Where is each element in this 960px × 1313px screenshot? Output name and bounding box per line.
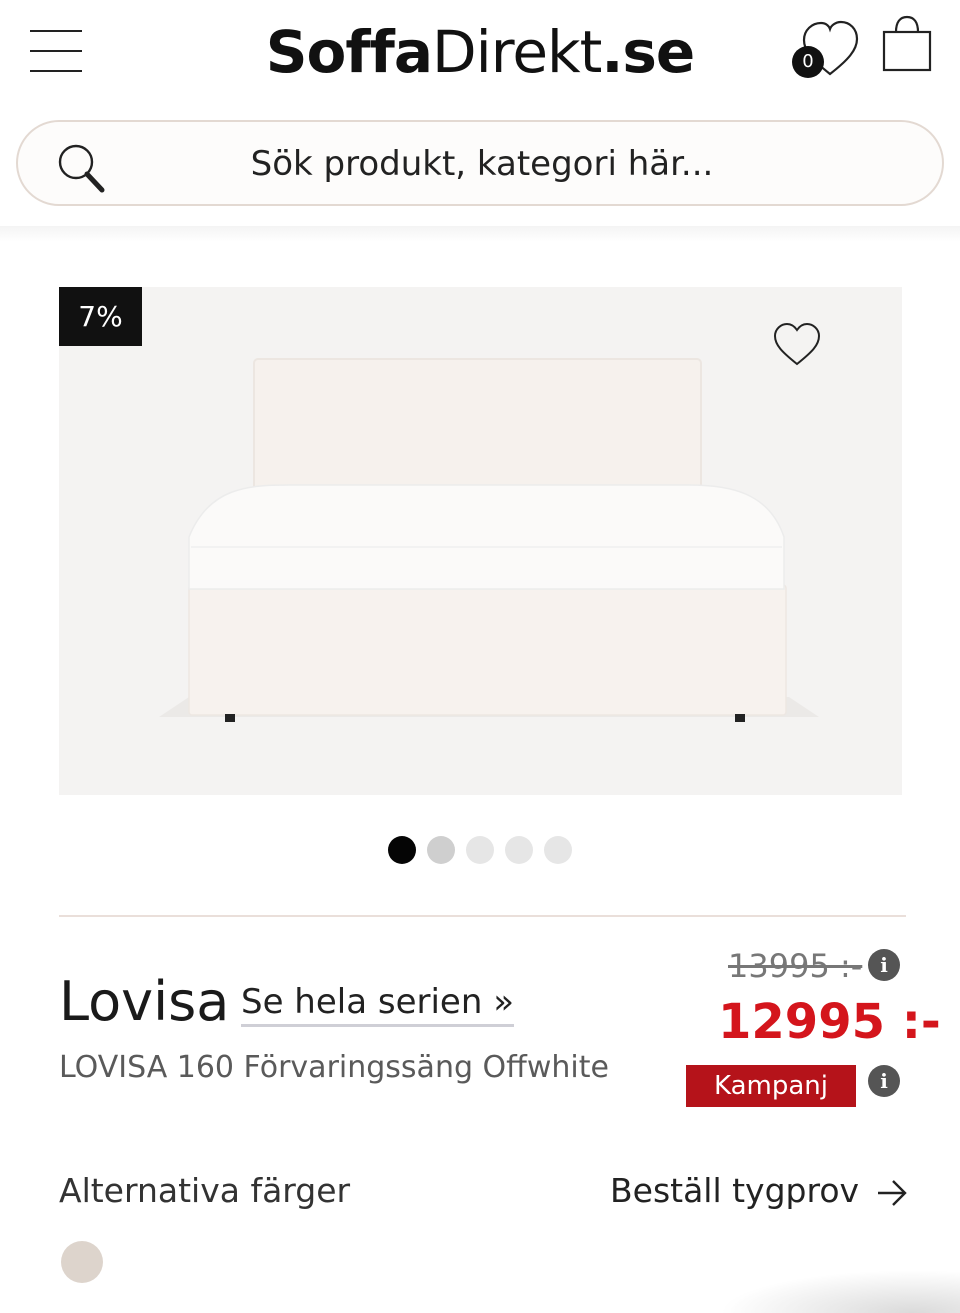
cart-button[interactable] (880, 14, 934, 74)
slide-dot-2[interactable] (427, 836, 455, 864)
shopping-bag-icon (882, 15, 932, 72)
search-input[interactable]: Sök produkt, kategori här... (18, 122, 946, 206)
slide-dot-4[interactable] (505, 836, 533, 864)
section-divider (59, 915, 906, 917)
campaign-badge: Kampanj (686, 1065, 856, 1107)
product-title: Lovisa (59, 970, 230, 1033)
logo-light-text: Direkt (431, 18, 602, 86)
slide-dot-5[interactable] (544, 836, 572, 864)
wishlist-button[interactable]: 0 (790, 18, 860, 80)
logo-suffix-text: .se (601, 18, 695, 86)
slide-dot-1[interactable] (388, 836, 416, 864)
see-series-link[interactable]: Se hela serien » (241, 982, 514, 1027)
search-bar[interactable]: Sök produkt, kategori här... (16, 120, 944, 206)
product-subtitle: LOVISA 160 Förvaringssäng Offwhite (59, 1050, 609, 1085)
order-sample-label: Beställ tygprov (610, 1171, 860, 1210)
arrow-right-icon (877, 1179, 907, 1206)
favorite-button[interactable] (772, 322, 822, 368)
product-image (159, 358, 819, 722)
logo-bold-text: Soffa (265, 18, 433, 86)
bottom-fade (720, 1270, 960, 1313)
current-price: 12995 :- (718, 994, 941, 1050)
heart-icon (773, 322, 821, 366)
discount-badge: 7% (59, 287, 142, 346)
header-shadow (0, 226, 960, 242)
old-price: 13995 :- (728, 947, 863, 985)
site-header: SoffaDirekt.se 0 Sök produkt, kategori h… (0, 0, 960, 230)
info-icon[interactable]: i (868, 1065, 900, 1097)
slide-dot-3[interactable] (466, 836, 494, 864)
order-fabric-sample-link[interactable]: Beställ tygprov (610, 1170, 908, 1212)
info-icon[interactable]: i (868, 949, 900, 981)
color-swatch[interactable] (61, 1241, 103, 1283)
alternative-colors-label: Alternativa färger (59, 1171, 351, 1210)
wishlist-count-badge: 0 (792, 46, 824, 78)
